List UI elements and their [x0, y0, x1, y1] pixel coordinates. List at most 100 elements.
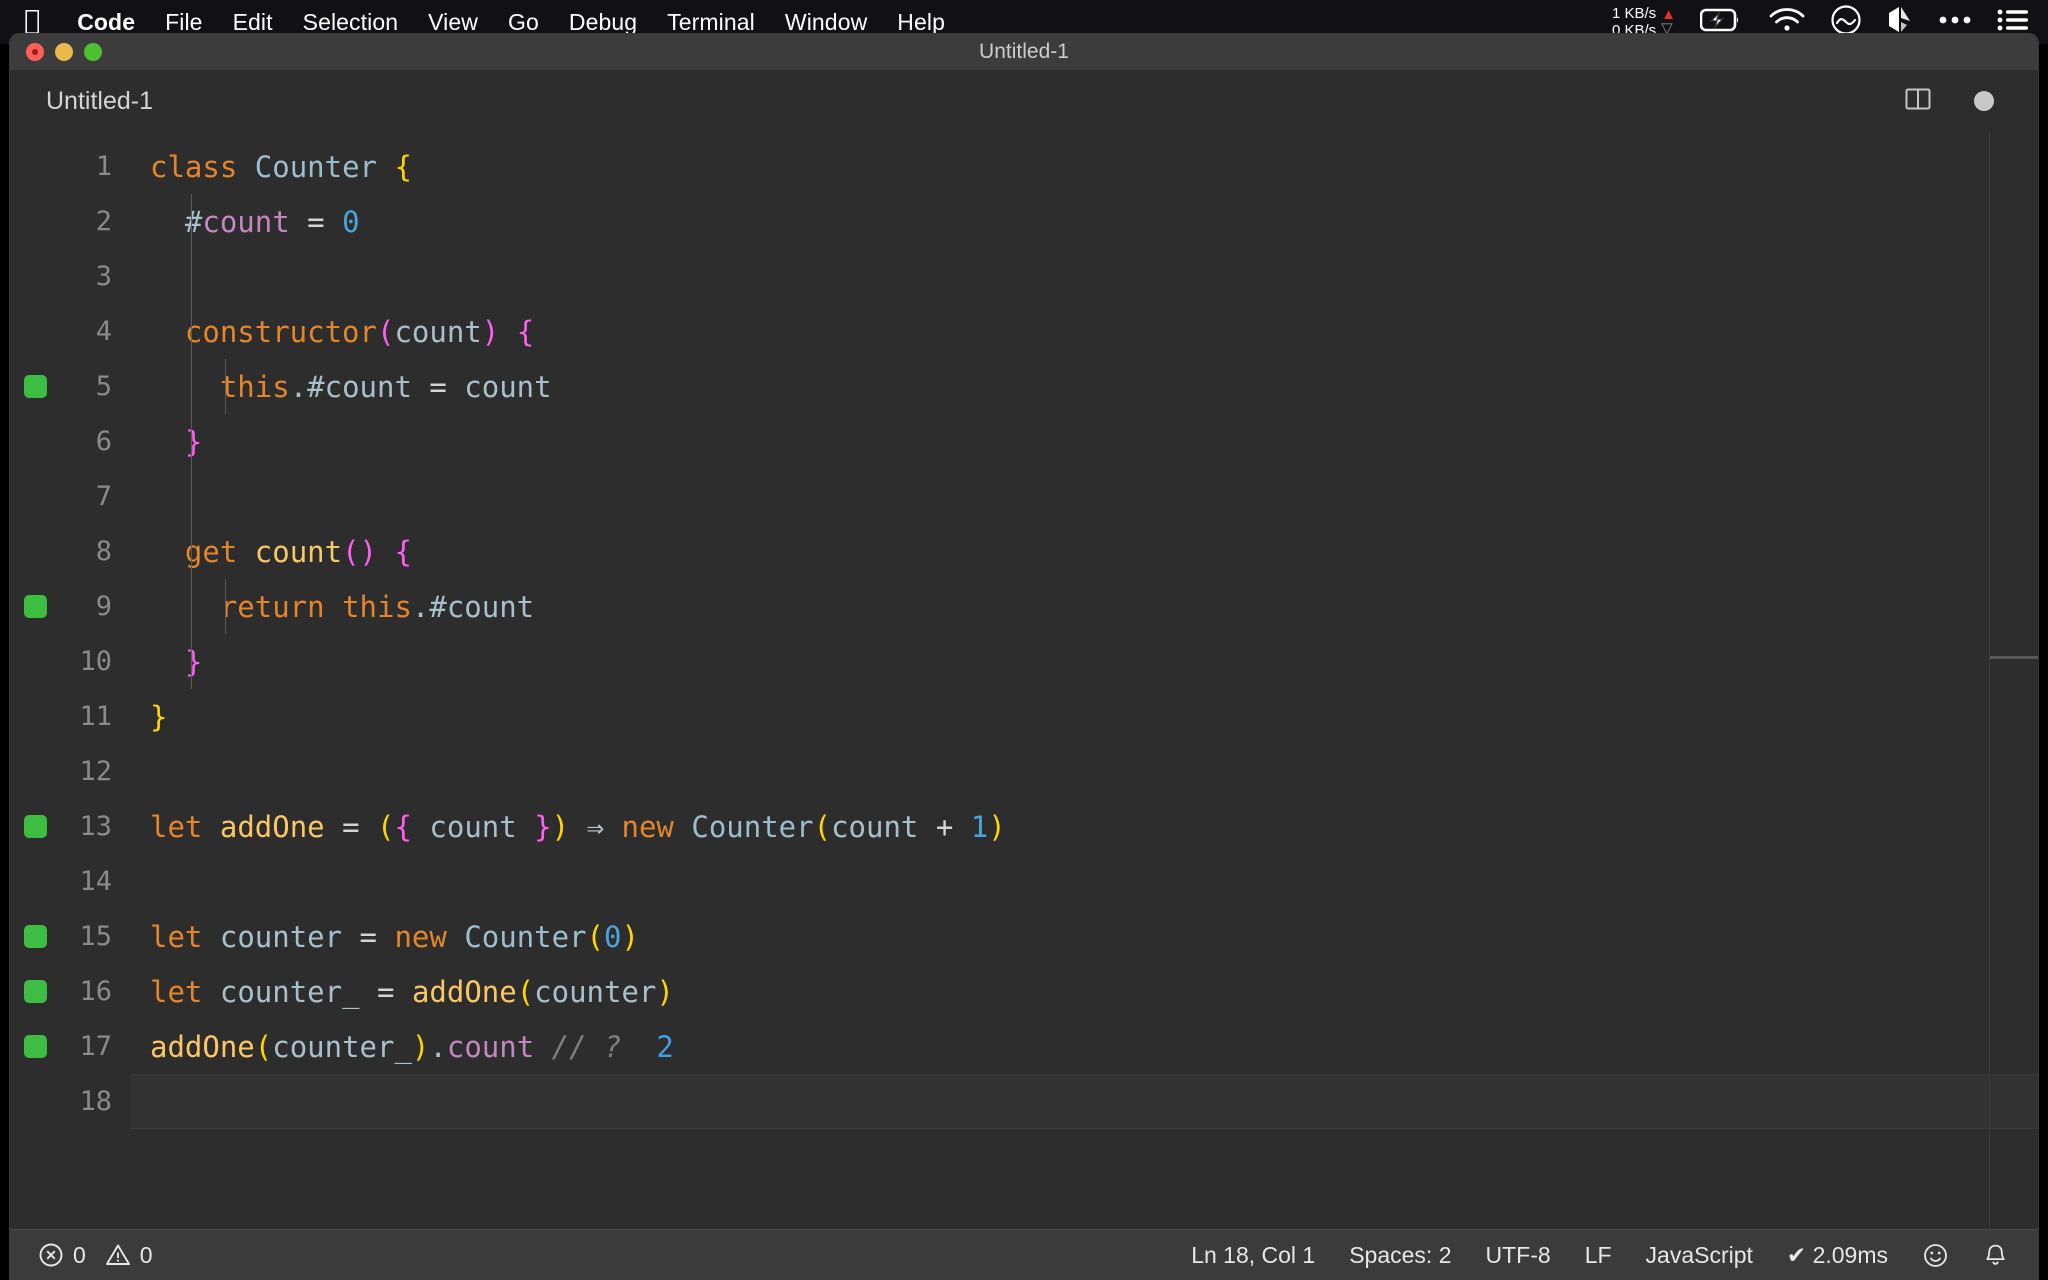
menu-item-go[interactable]: Go	[493, 9, 554, 36]
minimize-button[interactable]	[55, 43, 73, 61]
code-line-13[interactable]: 13 let addOne = ({ count }) ⇒ new Counter…	[10, 799, 2038, 854]
token: let	[150, 919, 203, 954]
line-content-6[interactable]: }	[130, 414, 2038, 469]
apple-logo-icon[interactable]: 	[24, 7, 40, 34]
language-mode[interactable]: JavaScript	[1646, 1242, 1753, 1269]
token: }	[534, 809, 552, 844]
code-line-18[interactable]: 18	[10, 1074, 2038, 1129]
line-content-13[interactable]: let addOne = ({ count }) ⇒ new Counter(c…	[130, 799, 2038, 854]
indentation-setting[interactable]: Spaces: 2	[1349, 1242, 1451, 1269]
menu-item-terminal[interactable]: Terminal	[652, 9, 770, 36]
code-line-4[interactable]: 4 constructor(count) {	[10, 304, 2038, 359]
line-number-3: 3	[95, 261, 112, 292]
code-line-2[interactable]: 2 #count = 0	[10, 194, 2038, 249]
token: (	[516, 974, 535, 1009]
line-content-7[interactable]	[130, 469, 2038, 524]
smiley-icon[interactable]	[1922, 1242, 1949, 1269]
code-line-16[interactable]: 16 let counter_ = addOne(counter)	[10, 964, 2038, 1019]
line-content-8[interactable]: get count() {	[130, 524, 2038, 579]
cursor-position[interactable]: Ln 18, Col 1	[1191, 1242, 1315, 1269]
token: return	[219, 589, 325, 624]
menu-item-view[interactable]: View	[413, 9, 493, 36]
line-content-12[interactable]	[130, 744, 2038, 799]
token: =	[359, 974, 412, 1009]
traffic-lights	[10, 43, 102, 61]
line-content-16[interactable]: let counter_ = addOne(counter)	[130, 964, 2038, 1019]
code-line-10[interactable]: 10 }	[10, 634, 2038, 689]
code-line-5[interactable]: 5 this.#count = count	[10, 359, 2038, 414]
code-line-1[interactable]: 1 class Counter {	[10, 139, 2038, 194]
line-content-15[interactable]: let counter = new Counter(0)	[130, 909, 2038, 964]
code-line-7[interactable]: 7	[10, 469, 2038, 524]
token: .#count	[289, 369, 412, 404]
line-content-10[interactable]: }	[130, 634, 2038, 689]
ellipsis-icon[interactable]	[1938, 13, 1972, 31]
bell-icon[interactable]	[1983, 1242, 2008, 1269]
token: ()	[342, 534, 378, 569]
wifi-icon[interactable]	[1768, 7, 1806, 38]
line-content-1[interactable]: class Counter {	[130, 139, 2038, 194]
editor-scrollbar[interactable]	[1989, 131, 2038, 1231]
line-content-9[interactable]: return this.#count	[130, 579, 2038, 634]
tab-untitled-1[interactable]: Untitled-1	[10, 87, 153, 116]
line-content-5[interactable]: this.#count = count	[130, 359, 2038, 414]
close-button[interactable]	[26, 43, 44, 61]
token: )	[411, 1029, 430, 1064]
split-editor-icon[interactable]	[1904, 85, 1932, 118]
code-line-15[interactable]: 15 let counter = new Counter(0)	[10, 909, 2038, 964]
line-content-17[interactable]: addOne(counter_).count // ? 2	[130, 1019, 2038, 1074]
encoding-setting[interactable]: UTF-8	[1486, 1242, 1551, 1269]
menu-item-debug[interactable]: Debug	[554, 9, 652, 36]
line-content-3[interactable]	[130, 249, 2038, 304]
code-line-17[interactable]: 17 addOne(counter_).count // ? 2	[10, 1019, 2038, 1074]
quokka-status[interactable]: ✔ 2.09ms	[1787, 1242, 1888, 1269]
menu-item-file[interactable]: File	[150, 9, 217, 36]
code-line-6[interactable]: 6 }	[10, 414, 2038, 469]
window-title: Untitled-1	[979, 40, 1069, 63]
token: }	[184, 424, 203, 459]
control-center-icon[interactable]	[1996, 7, 2030, 38]
error-count: 0	[73, 1241, 86, 1268]
token: count	[446, 1029, 535, 1064]
menu-item-selection[interactable]: Selection	[288, 9, 414, 36]
line-content-2[interactable]: #count = 0	[130, 194, 2038, 249]
line-content-18[interactable]	[130, 1074, 2038, 1129]
problems-indicator[interactable]: 0 0	[38, 1242, 153, 1269]
maximize-button[interactable]	[84, 43, 102, 61]
indent-guide	[225, 359, 226, 414]
window-titlebar: Untitled-1	[10, 34, 2038, 71]
code-line-12[interactable]: 12	[10, 744, 2038, 799]
code-line-9[interactable]: 9 return this.#count	[10, 579, 2038, 634]
token: )	[988, 809, 1006, 844]
code-line-11[interactable]: 11}	[10, 689, 2038, 744]
eol-setting[interactable]: LF	[1585, 1242, 1612, 1269]
code-lines[interactable]: 1 class Counter {2 #count = 034 construct…	[10, 139, 2038, 1129]
token: constructor	[184, 314, 377, 349]
line-content-4[interactable]: constructor(count) {	[130, 304, 2038, 359]
indent-guide	[225, 579, 226, 634]
line-content-14[interactable]	[130, 854, 2038, 909]
unsaved-dot-icon[interactable]	[1974, 91, 1994, 111]
menu-item-edit[interactable]: Edit	[218, 9, 288, 36]
line-content-11[interactable]: }	[130, 689, 2038, 744]
code-editor[interactable]: 1 class Counter {2 #count = 034 construct…	[10, 131, 2038, 1231]
token: 0	[342, 204, 360, 239]
menu-item-help[interactable]: Help	[882, 9, 960, 36]
code-line-8[interactable]: 8 get count() {	[10, 524, 2038, 579]
menu-item-window[interactable]: Window	[770, 9, 882, 36]
code-line-14[interactable]: 14	[10, 854, 2038, 909]
code-line-3[interactable]: 3	[10, 249, 2038, 304]
battery-charging-icon[interactable]	[1699, 7, 1744, 38]
token: 2	[656, 1029, 674, 1064]
menu-item-code[interactable]: Code	[62, 9, 150, 36]
token: (	[377, 809, 395, 844]
status-bar: 0 0 Ln 18, Col 1 Spaces: 2 UTF-8 LF Java…	[10, 1229, 2038, 1280]
warning-triangle-icon	[105, 1242, 131, 1268]
token: Counter	[691, 809, 814, 844]
